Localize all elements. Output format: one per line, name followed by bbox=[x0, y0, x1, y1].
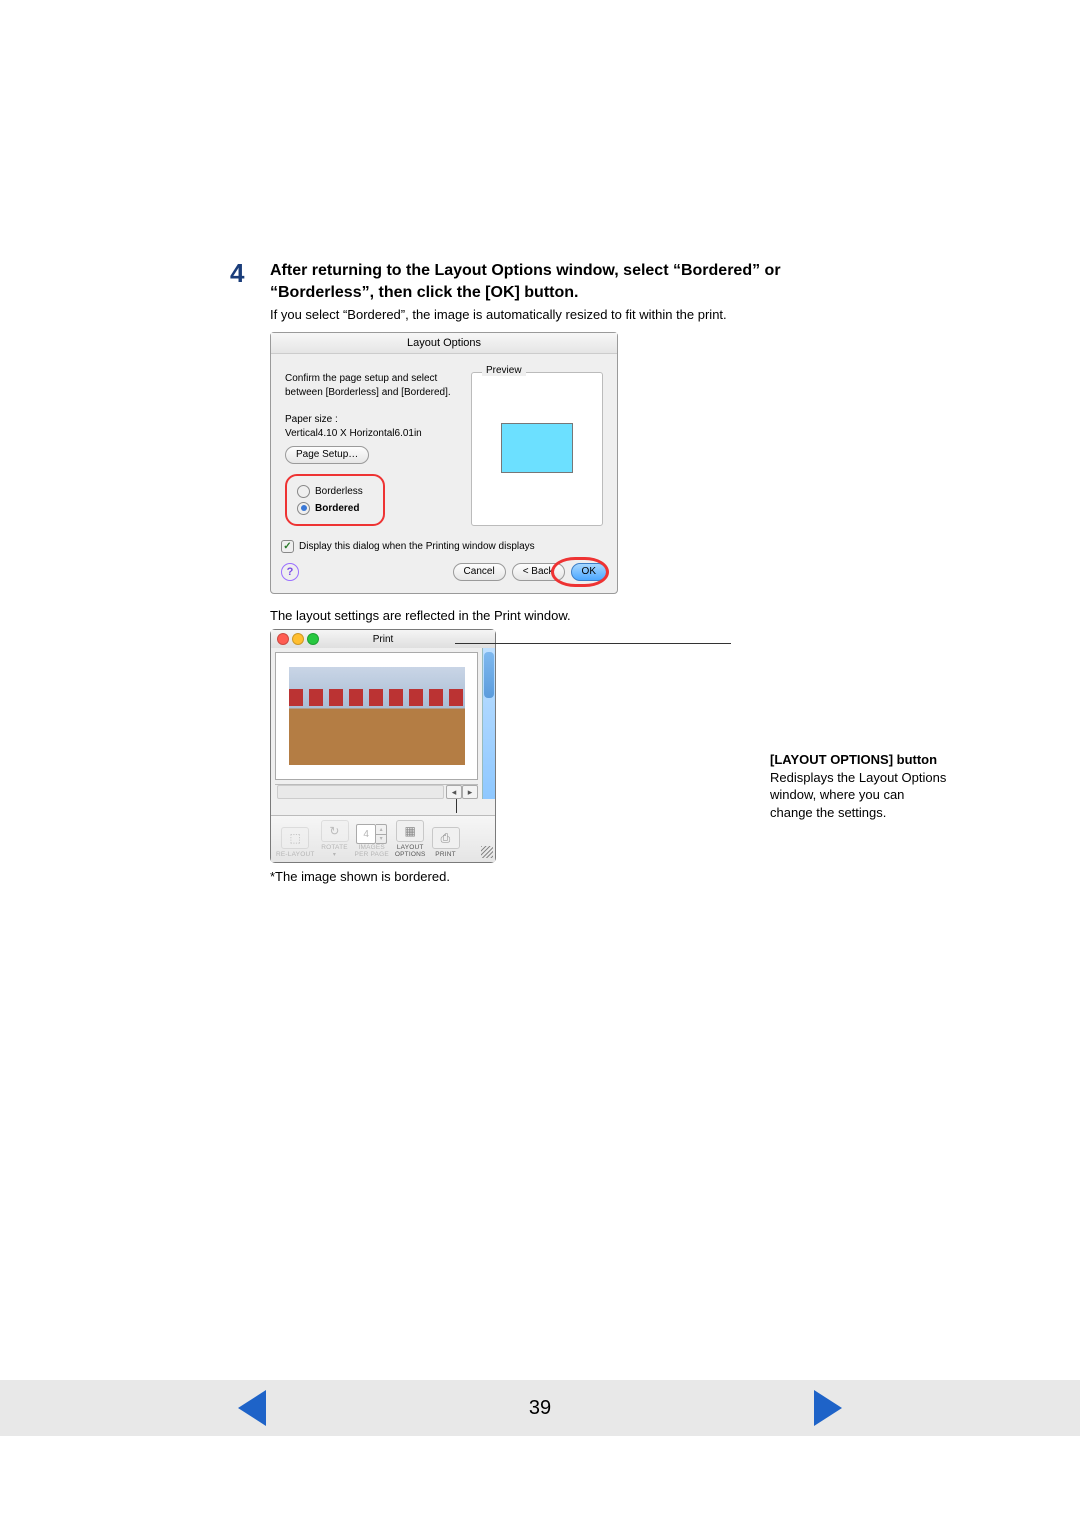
preview-thumbnail bbox=[501, 423, 573, 473]
layout-options-button[interactable]: ▦ LAYOUT OPTIONS bbox=[392, 820, 429, 858]
page-footer: 39 bbox=[0, 1380, 1080, 1436]
radio-borderless[interactable]: Borderless bbox=[297, 485, 373, 499]
print-icon: ⎙ bbox=[432, 827, 460, 849]
checkbox-icon[interactable]: ✓ bbox=[281, 540, 294, 553]
images-per-page-value: 4 bbox=[356, 824, 376, 844]
vertical-scrollbar[interactable] bbox=[482, 648, 495, 799]
layout-options-dialog: Layout Options Confirm the page setup an… bbox=[270, 332, 618, 594]
scroll-left-icon[interactable]: ◂ bbox=[446, 785, 462, 799]
step-number: 4 bbox=[230, 260, 270, 286]
after-dialog-text: The layout settings are reflected in the… bbox=[270, 608, 870, 623]
border-radio-group: Borderless Bordered bbox=[285, 474, 385, 526]
radio-icon bbox=[297, 485, 310, 498]
dialog-instruction: between [Borderless] and [Bordered]. bbox=[285, 386, 471, 400]
callout-title: [LAYOUT OPTIONS] button bbox=[770, 751, 950, 769]
paper-size-value: Vertical4.10 X Horizontal6.01in bbox=[285, 427, 471, 441]
dialog-instruction: Confirm the page setup and select bbox=[285, 372, 471, 386]
radio-icon bbox=[297, 502, 310, 515]
print-titlebar: Print bbox=[271, 630, 495, 648]
callout-leader bbox=[456, 799, 457, 813]
preview-label: Preview bbox=[482, 365, 526, 376]
step-title: After returning to the Layout Options wi… bbox=[270, 260, 870, 303]
footnote: *The image shown is bordered. bbox=[270, 869, 870, 884]
paper-size-label: Paper size : bbox=[285, 413, 471, 427]
horizontal-scrollbar[interactable]: ◂ ▸ bbox=[275, 784, 478, 799]
callout-body: Redisplays the Layout Options window, wh… bbox=[770, 769, 950, 822]
layout-options-icon: ▦ bbox=[396, 820, 424, 842]
print-preview-page bbox=[275, 652, 478, 780]
rotate-button[interactable]: ↻ ROTATE▾ bbox=[318, 820, 352, 858]
ok-button[interactable]: OK bbox=[571, 563, 607, 581]
help-icon[interactable]: ? bbox=[281, 563, 299, 581]
step-subtitle: If you select “Bordered”, the image is a… bbox=[270, 307, 870, 322]
prev-page-arrow[interactable] bbox=[238, 1390, 266, 1426]
resize-grip-icon[interactable] bbox=[481, 846, 493, 858]
back-button[interactable]: < Back bbox=[512, 563, 565, 581]
images-per-page-control[interactable]: 4 ▴▾ IMAGES PER PAGE bbox=[352, 820, 392, 858]
page-number: 39 bbox=[529, 1397, 551, 1420]
stepper-icon[interactable]: ▴▾ bbox=[376, 824, 387, 844]
display-dialog-checkbox-label: Display this dialog when the Printing wi… bbox=[299, 541, 535, 552]
re-layout-icon: ⬚ bbox=[281, 827, 309, 849]
cancel-button[interactable]: Cancel bbox=[453, 563, 506, 581]
dialog-title: Layout Options bbox=[271, 333, 617, 354]
print-button[interactable]: ⎙ PRINT bbox=[429, 820, 463, 858]
rotate-icon: ↻ bbox=[321, 820, 349, 842]
print-toolbar: ⬚ RE-LAYOUT ↻ ROTATE▾ 4 ▴▾ bbox=[271, 815, 495, 862]
callout-leader bbox=[455, 643, 731, 644]
page-setup-button[interactable]: Page Setup… bbox=[285, 446, 369, 464]
next-page-arrow[interactable] bbox=[814, 1390, 842, 1426]
print-dialog: Print ◂ bbox=[270, 629, 496, 863]
scroll-right-icon[interactable]: ▸ bbox=[462, 785, 478, 799]
re-layout-button[interactable]: ⬚ RE-LAYOUT bbox=[273, 820, 318, 858]
preview-photo bbox=[289, 667, 465, 765]
preview-panel: Preview bbox=[471, 372, 603, 526]
radio-bordered[interactable]: Bordered bbox=[297, 502, 373, 516]
layout-options-callout: [LAYOUT OPTIONS] button Redisplays the L… bbox=[770, 643, 950, 821]
